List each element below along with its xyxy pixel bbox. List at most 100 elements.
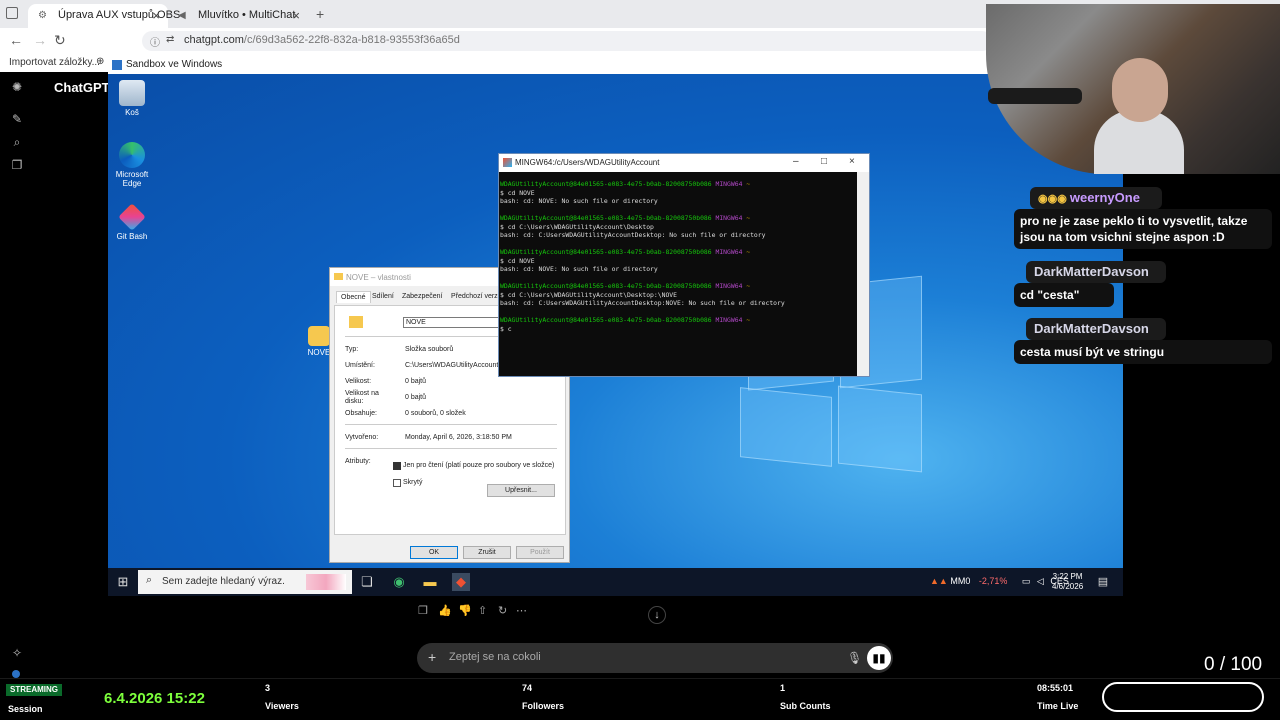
chat-message: cd "cesta" bbox=[1014, 283, 1114, 307]
status-badge: STREAMING bbox=[6, 684, 62, 696]
separator bbox=[345, 448, 557, 449]
back-icon[interactable]: ← bbox=[9, 32, 23, 48]
site-info-icon[interactable]: ⓘ bbox=[150, 34, 160, 49]
microphone-icon[interactable]: 🎙 bbox=[847, 651, 862, 665]
location-value: C:\Users\WDAGUtilityAccount\D bbox=[405, 362, 506, 369]
search-icon[interactable]: ⌕ bbox=[10, 135, 24, 149]
ok-button[interactable]: OK bbox=[410, 546, 458, 559]
chatgpt-logo-icon[interactable]: ✺ bbox=[10, 80, 24, 94]
library-icon[interactable]: ❐ bbox=[10, 158, 24, 172]
voice-mode-icon[interactable]: ▮▮ bbox=[867, 646, 891, 670]
prompt-user: WDAGUtilityAccount@84e01565-e083-4e75-b0… bbox=[500, 248, 712, 256]
url-host: chatgpt.com bbox=[184, 34, 244, 46]
type-value: Složka souborů bbox=[405, 346, 454, 353]
terminal-prompt-line: WDAGUtilityAccount@84e01565-e083-4e75-b0… bbox=[500, 282, 859, 291]
size-on-disk-label: Velikost na disku: bbox=[345, 390, 379, 405]
file-explorer-icon[interactable]: ▬ bbox=[421, 573, 439, 591]
start-icon[interactable]: ⊞ bbox=[114, 573, 132, 591]
prompt-input[interactable]: Zeptej se na cokoli bbox=[417, 643, 893, 673]
prompt-user: WDAGUtilityAccount@84e01565-e083-4e75-b0… bbox=[500, 180, 712, 188]
edge-icon bbox=[119, 142, 145, 168]
hidden-checkbox[interactable] bbox=[393, 479, 401, 487]
tab-sharing[interactable]: Sdílení bbox=[368, 291, 398, 302]
apply-button[interactable]: Použít bbox=[516, 546, 564, 559]
tab-security[interactable]: Zabezpečení bbox=[398, 291, 446, 302]
folder-icon bbox=[334, 273, 343, 280]
sparkle-icon[interactable]: ✧ bbox=[10, 646, 24, 660]
close-icon[interactable]: × bbox=[152, 8, 160, 23]
maximize-icon[interactable]: □ bbox=[821, 156, 827, 167]
speaker-icon: ◀ bbox=[178, 10, 186, 21]
chat-message: cesta musí být ve stringu bbox=[1014, 340, 1272, 364]
regenerate-icon[interactable]: ↻ bbox=[498, 604, 507, 617]
followers-label: Followers bbox=[522, 701, 565, 711]
tab-multichat[interactable]: ◀ Mluvítko • MultiChat × bbox=[168, 4, 308, 28]
tab-label: Úprava AUX vstupů OBS bbox=[58, 9, 181, 21]
url-input[interactable]: ⓘ ⇄ chatgpt.com/c/69d3a562-22f8-832a-b81… bbox=[142, 31, 992, 51]
terminal-scrollbar[interactable] bbox=[857, 172, 869, 376]
stock-ticker[interactable]: MM0 bbox=[950, 576, 970, 586]
terminal-output[interactable]: WDAGUtilityAccount@84e01565-e083-4e75-b0… bbox=[499, 180, 859, 376]
copy-icon[interactable]: ❐ bbox=[418, 604, 428, 617]
notification-icon[interactable]: ▤ bbox=[1094, 573, 1112, 591]
size-on-disk-value: 0 bajtů bbox=[405, 394, 427, 401]
separator bbox=[345, 424, 557, 425]
scroll-down-icon[interactable]: ↓ bbox=[648, 606, 666, 624]
subs-label: Sub Counts bbox=[780, 701, 831, 711]
git-bash-taskbar-icon[interactable]: ◆ bbox=[452, 573, 470, 591]
followers-value: 74 bbox=[522, 683, 533, 693]
minimize-icon[interactable]: – bbox=[793, 156, 799, 167]
url-path: /c/69d3a562-22f8-832a-b818-93553f36a65d bbox=[243, 34, 460, 46]
attach-plus-icon[interactable]: + bbox=[428, 649, 436, 665]
volume-icon[interactable]: ◁ bbox=[1037, 576, 1044, 586]
chatgpt-brand[interactable]: ChatGPT bbox=[54, 80, 110, 95]
new-tab-button[interactable]: + bbox=[316, 6, 324, 22]
reload-icon[interactable]: ↻ bbox=[54, 32, 66, 49]
tab-previous-versions[interactable]: Předchozí verze bbox=[447, 291, 506, 302]
desktop-icon-git-bash[interactable]: Git Bash bbox=[108, 203, 156, 241]
terminal-prompt-line: WDAGUtilityAccount@84e01565-e083-4e75-b0… bbox=[500, 248, 859, 257]
tab-obs[interactable]: ⚙ Úprava AUX vstupů OBS × bbox=[28, 4, 180, 28]
taskbar-search-input[interactable]: ⌕ Sem zadejte hledaný výraz. bbox=[138, 570, 352, 594]
bookmark-import[interactable]: Importovat záložky... bbox=[9, 57, 100, 68]
hidden-label: Skrytý bbox=[403, 479, 423, 486]
thumbs-down-icon[interactable]: 👎 bbox=[458, 604, 472, 617]
advanced-button[interactable]: Upřesnit... bbox=[487, 484, 555, 497]
terminal-prompt-line: WDAGUtilityAccount@84e01565-e083-4e75-b0… bbox=[500, 180, 859, 189]
new-chat-icon[interactable]: ✎ bbox=[10, 112, 24, 126]
cancel-button[interactable]: Zrušit bbox=[463, 546, 511, 559]
viewers-value: 3 bbox=[265, 683, 271, 693]
desktop-icon-edge[interactable]: Microsoft Edge bbox=[108, 142, 156, 188]
size-label: Velikost: bbox=[345, 378, 372, 385]
network-icon[interactable]: ▭ bbox=[1022, 576, 1031, 586]
more-icon[interactable]: ⋯ bbox=[516, 604, 527, 617]
prompt-env: MINGW64 bbox=[715, 248, 743, 256]
subs-value: 1 bbox=[780, 683, 786, 693]
prompt-dir: ~ bbox=[746, 214, 751, 222]
close-icon[interactable]: × bbox=[849, 156, 855, 167]
share-icon[interactable]: ⇧ bbox=[478, 604, 487, 617]
edge-taskbar-icon[interactable]: ◉ bbox=[390, 573, 408, 591]
taskbar-clock[interactable]: 3:22 PM 4/6/2026 bbox=[1052, 572, 1083, 592]
tab-actions-icon[interactable] bbox=[6, 7, 18, 19]
desktop-icon-recycle-bin[interactable]: Koš bbox=[108, 80, 156, 117]
tab-general[interactable]: Obecné bbox=[336, 291, 371, 303]
thumbs-up-icon[interactable]: 👍 bbox=[438, 604, 452, 617]
terminal-current-input: $ c bbox=[500, 324, 512, 333]
chat-username: DarkMatterDavson bbox=[1026, 318, 1166, 340]
tune-icon[interactable]: ⇄ bbox=[166, 34, 174, 45]
close-icon[interactable]: × bbox=[292, 8, 300, 23]
goal-counter: 0 / 100 bbox=[1204, 654, 1263, 675]
chat-username: DarkMatterDavson bbox=[1026, 261, 1166, 283]
forward-icon[interactable]: → bbox=[33, 32, 47, 48]
avatar[interactable] bbox=[12, 670, 20, 678]
terminal-output-line: bash: cd: C:UsersWDAGUtilityAccountDeskt… bbox=[500, 231, 766, 239]
readonly-checkbox[interactable] bbox=[393, 462, 401, 470]
folder-large-icon bbox=[349, 316, 363, 328]
task-view-icon[interactable]: ❏ bbox=[358, 573, 376, 591]
viewers-label: Viewers bbox=[265, 701, 299, 711]
prompt-dir: ~ bbox=[746, 282, 751, 290]
terminal-command: $ cd C:\Users\WDAGUtilityAccount\Desktop… bbox=[500, 290, 677, 299]
